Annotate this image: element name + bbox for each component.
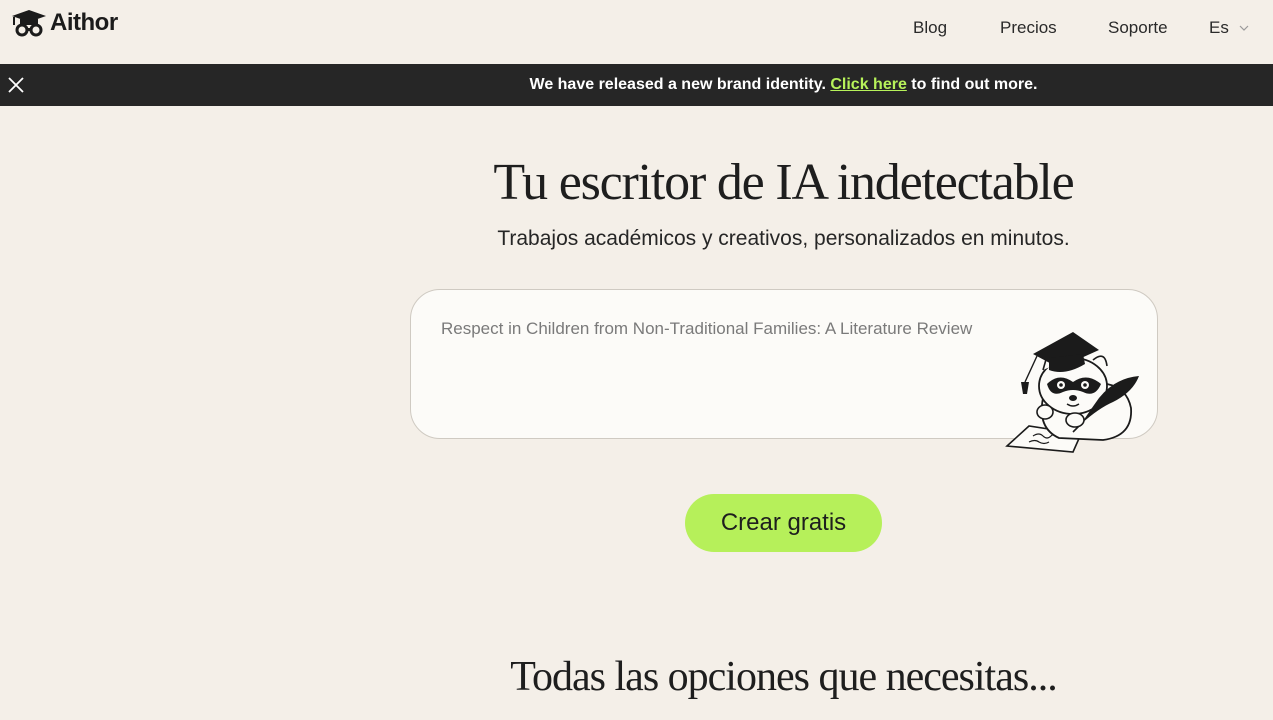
language-label: Es — [1209, 18, 1229, 37]
chevron-down-icon — [1239, 25, 1249, 31]
nav-soporte-link[interactable]: Soporte — [1108, 18, 1168, 38]
announcement-bar: We have released a new brand identity. C… — [0, 64, 1273, 106]
hero-title: Tu escritor de IA indetectable — [493, 154, 1074, 211]
create-free-button[interactable]: Crear gratis — [685, 494, 882, 552]
topic-input[interactable] — [439, 318, 1019, 340]
raccoon-graduate-icon — [1005, 332, 1139, 453]
nav-blog-link[interactable]: Blog — [913, 18, 947, 38]
announcement-text-after: to find out more. — [911, 76, 1038, 93]
announcement-link[interactable]: Click here — [830, 76, 906, 93]
site-header: Aithor Blog Precios Soporte Es — [0, 0, 1273, 64]
logo-text: Aithor — [50, 9, 118, 36]
nav-precios-link[interactable]: Precios — [1000, 18, 1057, 38]
section-title: Todas las opciones que necesitas... — [510, 654, 1057, 700]
hero-subtitle: Trabajos académicos y creativos, persona… — [497, 227, 1070, 250]
announcement-text-before: We have released a new brand identity. — [529, 76, 826, 93]
announcement-text: We have released a new brand identity. C… — [0, 76, 1273, 94]
logo[interactable]: Aithor — [10, 8, 118, 38]
graduation-cap-mask-icon — [12, 10, 46, 37]
language-selector[interactable]: Es — [1209, 18, 1249, 38]
